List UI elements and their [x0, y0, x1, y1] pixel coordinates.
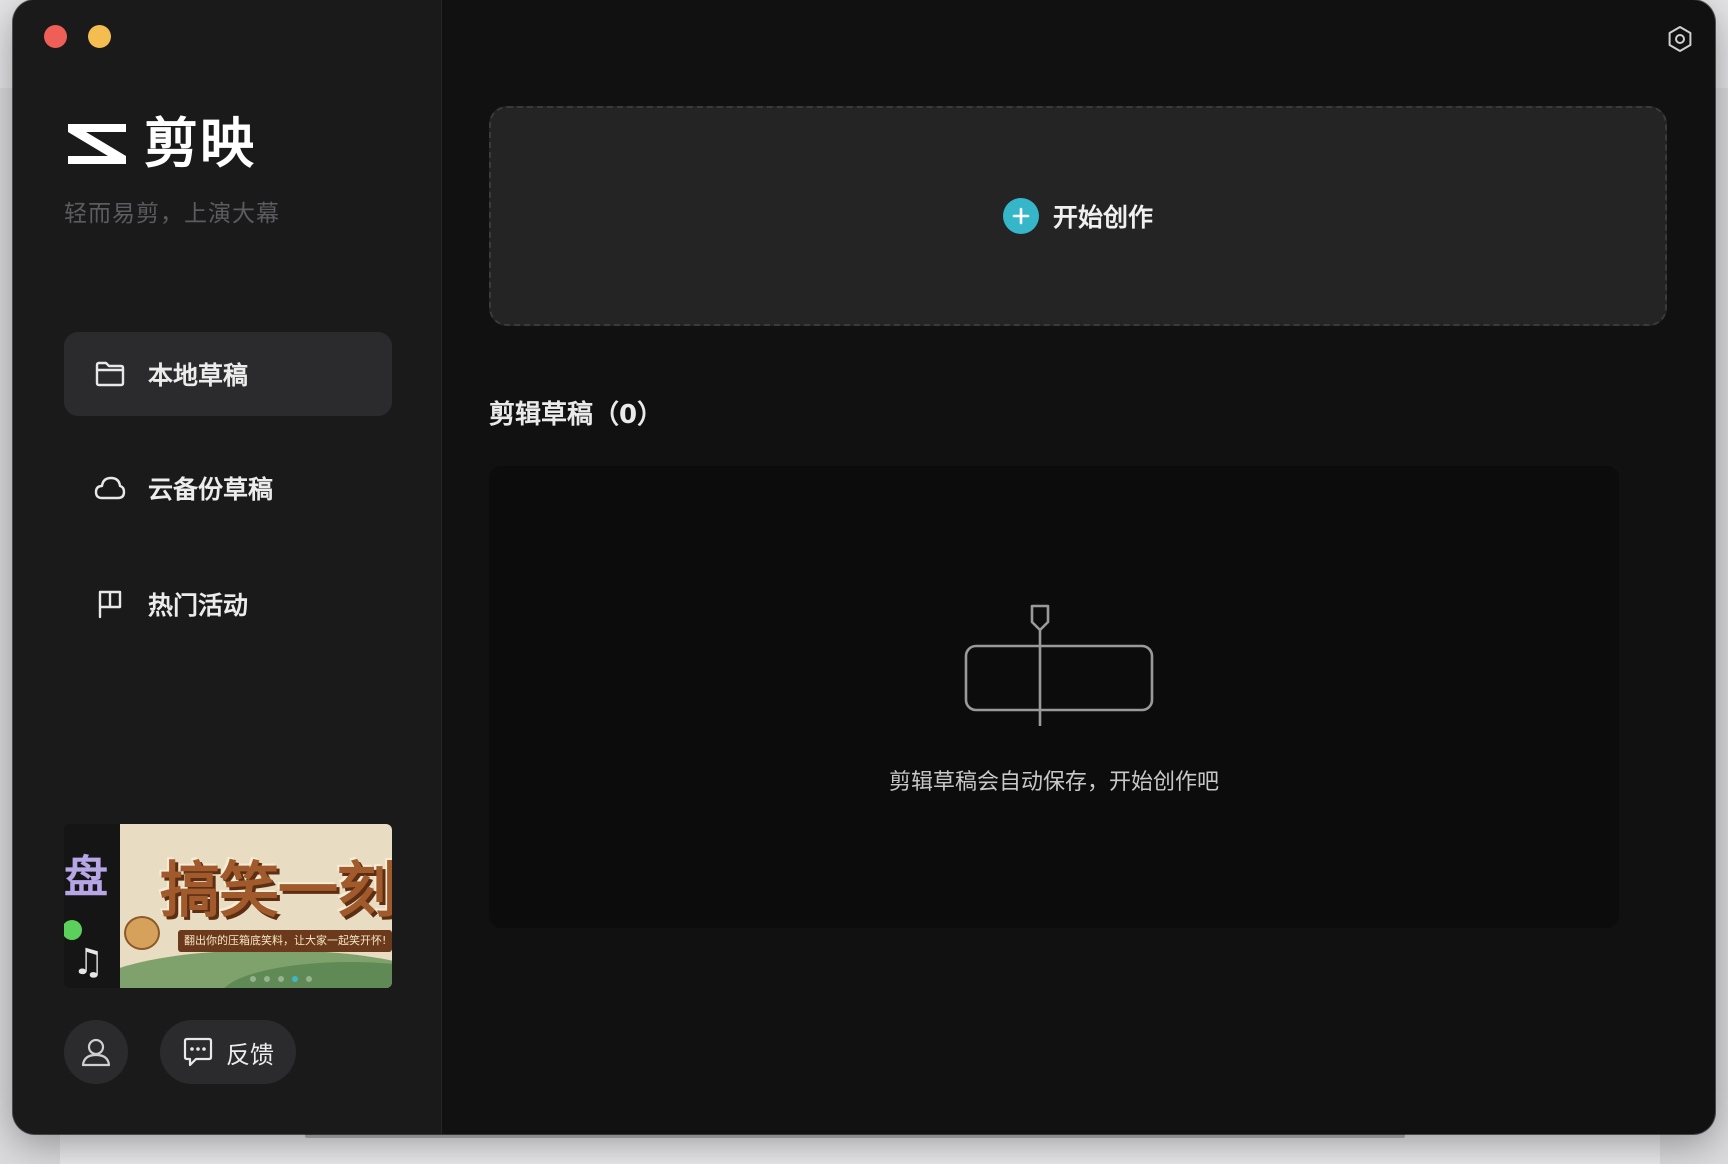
empty-state-message: 剪辑草稿会自动保存，开始创作吧 — [888, 770, 1219, 795]
pagination-dot[interactable] — [250, 976, 256, 982]
mascot-icon — [124, 916, 160, 950]
timeline-empty-icon — [964, 604, 1154, 726]
folder-icon — [94, 358, 126, 390]
sidebar-item-label: 热门活动 — [148, 591, 249, 620]
banner-current-slide: 搞笑一刻 翻出你的压箱底笑料，让大家一起笑开怀! — [120, 824, 392, 988]
drafts-section-title: 剪辑草稿（0） — [489, 400, 664, 430]
feedback-label: 反馈 — [226, 1040, 274, 1069]
svg-text:♫: ♫ — [72, 942, 104, 983]
cloud-icon — [94, 472, 126, 504]
sidebar-item-cloud-drafts[interactable]: 云备份草稿 — [64, 446, 392, 530]
pagination-dot[interactable] — [306, 976, 312, 982]
banner-previous-slide: 盘 ♫ — [64, 824, 120, 988]
plus-icon — [1002, 198, 1039, 234]
minimize-window-button[interactable] — [88, 25, 111, 48]
banner-pagination — [250, 976, 312, 982]
banner-title: 搞笑一刻 — [160, 856, 392, 926]
pagination-dot-active[interactable] — [292, 976, 298, 982]
user-icon — [81, 1038, 111, 1067]
settings-icon — [1668, 26, 1692, 52]
sidebar-item-label: 本地草稿 — [148, 361, 249, 390]
promo-banner[interactable]: 盘 ♫ 搞笑一刻 翻出你的压箱底笑料，让大家一起笑开怀! — [64, 824, 392, 988]
sidebar-item-local-drafts[interactable]: 本地草稿 — [64, 332, 392, 416]
pagination-dot[interactable] — [278, 976, 284, 982]
start-creating-label: 开始创作 — [1052, 203, 1153, 232]
app-window: 剪映 轻而易剪，上演大幕 本地草稿 云备份草稿 热门活动 盘 ♫ 搞笑一刻 翻出… — [13, 0, 1715, 1134]
sidebar: 剪映 轻而易剪，上演大幕 本地草稿 云备份草稿 热门活动 盘 ♫ 搞笑一刻 翻出… — [13, 0, 442, 1134]
close-window-button[interactable] — [44, 25, 67, 48]
user-avatar-button[interactable] — [64, 1020, 128, 1084]
chat-bubble-icon — [183, 1037, 213, 1067]
flag-icon — [94, 588, 126, 620]
banner-subtitle: 翻出你的压箱底笑料，让大家一起笑开怀! — [178, 930, 392, 952]
settings-button[interactable] — [1665, 24, 1695, 54]
feedback-button[interactable]: 反馈 — [160, 1020, 296, 1084]
start-creating-button[interactable]: 开始创作 — [489, 106, 1667, 326]
pagination-dot[interactable] — [264, 976, 270, 982]
sidebar-item-label: 云备份草稿 — [148, 475, 274, 504]
app-slogan: 轻而易剪，上演大幕 — [64, 201, 280, 227]
app-logo: 剪映 — [64, 117, 256, 171]
app-name: 剪映 — [144, 112, 256, 175]
drafts-empty-state: 剪辑草稿会自动保存，开始创作吧 — [489, 466, 1619, 928]
svg-text:盘: 盘 — [64, 852, 108, 903]
capcut-logo-icon — [68, 124, 126, 164]
sidebar-item-hot-events[interactable]: 热门活动 — [64, 562, 392, 646]
